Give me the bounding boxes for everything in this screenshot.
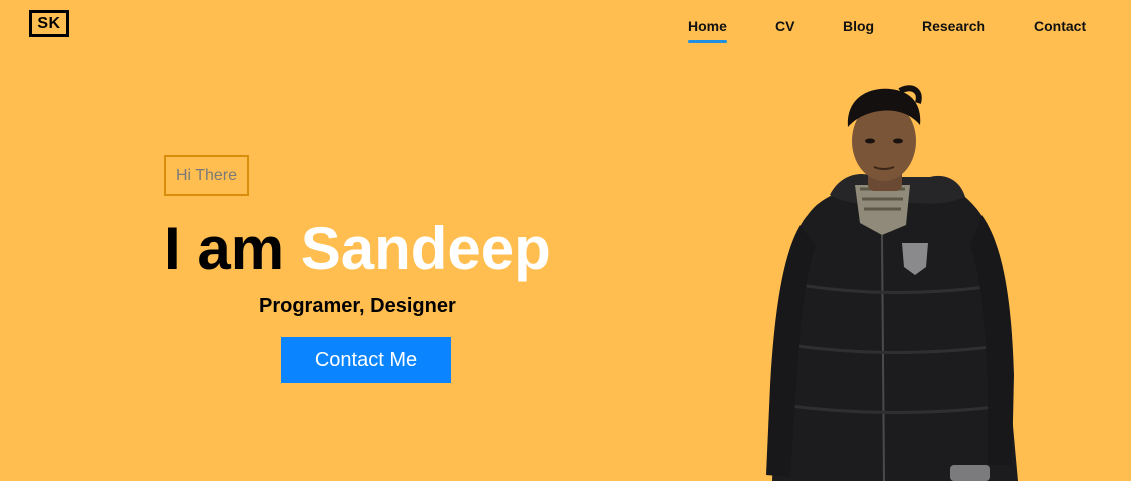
hero-subtitle: Programer, Designer <box>259 295 456 317</box>
nav-research-link[interactable]: Research <box>922 18 985 35</box>
nav-blog-link[interactable]: Blog <box>843 18 874 35</box>
headline-prefix: I am <box>164 215 285 282</box>
hero-section: SK Home CV Blog Research Contact Hi Ther… <box>0 0 1131 481</box>
person-photo-icon <box>766 85 1018 481</box>
greeting-badge: Hi There <box>164 155 249 196</box>
nav-contact-link[interactable]: Contact <box>1034 18 1086 35</box>
headline-name: Sandeep <box>300 215 551 282</box>
contact-me-button[interactable]: Contact Me <box>281 337 451 383</box>
nav-cv-link[interactable]: CV <box>775 18 794 35</box>
hero-headline: I am Sandeep <box>164 214 551 284</box>
main-nav: Home CV Blog Research Contact <box>0 18 1131 48</box>
nav-home-link[interactable]: Home <box>688 18 727 43</box>
